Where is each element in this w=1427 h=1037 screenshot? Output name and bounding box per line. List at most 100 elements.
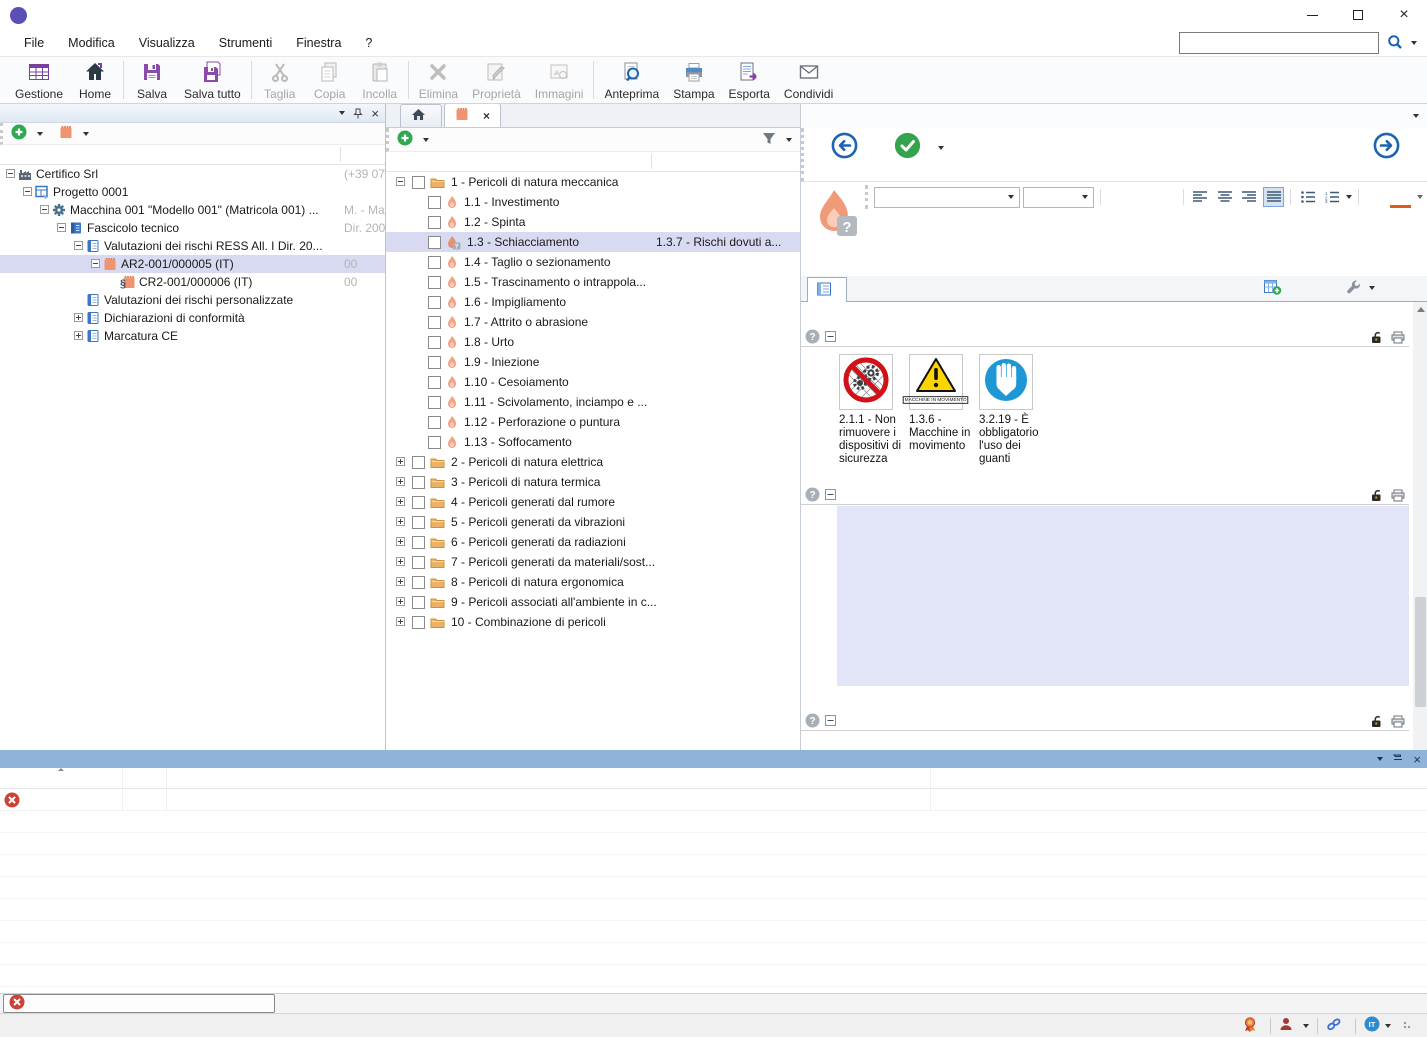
font-color-button[interactable] — [1390, 186, 1411, 208]
checkbox[interactable] — [428, 296, 441, 309]
checkbox[interactable] — [428, 356, 441, 369]
checkbox[interactable] — [428, 276, 441, 289]
search-scope-button[interactable] — [1387, 34, 1417, 53]
checkbox[interactable] — [412, 456, 425, 469]
successivo-button[interactable] — [1353, 130, 1419, 180]
sign-prohibition[interactable] — [839, 354, 893, 410]
pericolo-item[interactable]: 8 - Pericoli di natura ergonomica — [386, 572, 800, 592]
checkbox[interactable] — [428, 416, 441, 429]
checkbox[interactable] — [428, 316, 441, 329]
font-size-select[interactable] — [1023, 187, 1093, 208]
pericolo-item[interactable]: 6 - Pericoli generati da radiazioni — [386, 532, 800, 552]
tree-item[interactable]: Marcatura CE — [0, 327, 385, 345]
resize-grip[interactable] — [1403, 1021, 1413, 1031]
checkbox[interactable] — [412, 476, 425, 489]
checkbox[interactable] — [412, 556, 425, 569]
checkbox[interactable] — [428, 216, 441, 229]
expander-icon[interactable] — [396, 175, 405, 189]
checkbox[interactable] — [412, 516, 425, 529]
expander-icon[interactable] — [40, 203, 49, 217]
pericolo-item[interactable]: 3 - Pericoli di natura termica — [386, 472, 800, 492]
directive-status[interactable] — [1243, 1017, 1262, 1035]
pericolo-item[interactable]: 1.12 - Perforazione o puntura — [386, 412, 800, 432]
lock-icon[interactable] — [1370, 330, 1383, 347]
checkbox[interactable] — [412, 496, 425, 509]
tab-home-dashboard[interactable] — [400, 104, 442, 127]
esporta-button[interactable]: Esporta — [722, 57, 777, 103]
link-status[interactable] — [1326, 1017, 1347, 1035]
strumenti-button[interactable] — [1346, 279, 1375, 297]
menu-item-[interactable]: ? — [353, 32, 384, 54]
close-tab-icon[interactable]: × — [483, 109, 490, 123]
expander-icon[interactable] — [91, 257, 100, 271]
salva-tutto-button[interactable]: Salva tutto — [177, 57, 248, 103]
expander-icon[interactable] — [396, 595, 405, 609]
expander-icon[interactable] — [23, 185, 32, 199]
risk-field[interactable] — [837, 506, 1409, 686]
italic-button[interactable] — [1131, 187, 1152, 207]
debugger-menu-button[interactable] — [1377, 757, 1383, 761]
menu-item-file[interactable]: File — [12, 32, 56, 54]
tree-item[interactable]: Progetto 0001 — [0, 183, 385, 201]
bold-button[interactable] — [1107, 187, 1128, 207]
pericolo-item[interactable]: 4 - Pericoli generati dal rumore — [386, 492, 800, 512]
user-status[interactable] — [1279, 1017, 1309, 1034]
checkbox[interactable] — [412, 176, 425, 189]
menu-item-visualizza[interactable]: Visualizza — [127, 32, 207, 54]
expander-icon[interactable] — [6, 167, 15, 181]
checkbox[interactable] — [428, 376, 441, 389]
tree-item[interactable]: Dichiarazioni di conformità — [0, 309, 385, 327]
expander-icon[interactable] — [396, 455, 405, 469]
debugger-tab[interactable] — [3, 994, 275, 1013]
pericolo-item[interactable]: 1.9 - Iniezione — [386, 352, 800, 372]
align-justify-button[interactable] — [1263, 187, 1284, 207]
scrollbar-thumb[interactable] — [1415, 597, 1426, 707]
column-divider[interactable] — [651, 154, 652, 169]
bullet-list-button[interactable] — [1297, 187, 1318, 207]
menu-item-finestra[interactable]: Finestra — [284, 32, 353, 54]
help-icon[interactable]: ? — [805, 487, 820, 505]
checkbox[interactable] — [428, 336, 441, 349]
sign-mandatory[interactable] — [979, 354, 1033, 410]
expander-icon[interactable] — [396, 515, 405, 529]
pericolo-item[interactable]: 1.5 - Trascinamento o intrappola... — [386, 272, 800, 292]
print-icon[interactable] — [1391, 489, 1405, 505]
presente-button[interactable] — [878, 130, 936, 180]
salva-button[interactable]: Salva — [127, 57, 177, 103]
checkbox[interactable] — [428, 236, 441, 249]
align-right-button[interactable] — [1239, 187, 1260, 207]
pericolo-item[interactable]: 1.4 - Taglio o sezionamento — [386, 252, 800, 272]
pericolo-item[interactable]: 1 - Pericoli di natura meccanica — [386, 172, 800, 192]
add-scheda-button[interactable] — [1264, 279, 1286, 298]
pericolo-item[interactable]: 10 - Combinazione di pericoli — [386, 612, 800, 632]
gestione-button[interactable]: Gestione — [8, 57, 70, 103]
pericolo-item[interactable]: 1.13 - Soffocamento — [386, 432, 800, 452]
pericolo-item[interactable]: 2 - Pericoli di natura elettrica — [386, 452, 800, 472]
pericolo-item[interactable]: 1.8 - Urto — [386, 332, 800, 352]
debugger-pin-button[interactable] — [1393, 754, 1403, 765]
expander-icon[interactable] — [396, 555, 405, 569]
scroll-up-icon[interactable] — [1417, 307, 1425, 312]
close-button[interactable]: × — [1381, 0, 1427, 30]
tree-item[interactable]: Valutazioni dei rischi personalizzate — [0, 291, 385, 309]
checkbox[interactable] — [428, 256, 441, 269]
overflow-chevron-icon[interactable] — [1413, 114, 1419, 118]
checkbox[interactable] — [412, 536, 425, 549]
expander-icon[interactable] — [396, 495, 405, 509]
checkbox[interactable] — [428, 436, 441, 449]
expander-icon[interactable] — [74, 329, 83, 343]
pin-button[interactable] — [353, 108, 363, 119]
tab-ar-001[interactable] — [807, 277, 847, 302]
numbered-list-button[interactable]: 123 — [1322, 187, 1343, 207]
pericolo-item[interactable]: 5 - Pericoli generati da vibrazioni — [386, 512, 800, 532]
search-input[interactable] — [1179, 32, 1379, 54]
checkbox[interactable] — [428, 196, 441, 209]
tree-item[interactable]: Certifico Srl(+39 075 — [0, 165, 385, 183]
pericolo-item[interactable]: 1.11 - Scivolamento, inciampo e ... — [386, 392, 800, 412]
toolbar-overflow-icon[interactable] — [1417, 195, 1423, 199]
home-button[interactable]: Home — [70, 57, 120, 103]
print-icon[interactable] — [1391, 715, 1405, 731]
vertical-scrollbar[interactable] — [1413, 302, 1427, 750]
checkbox[interactable] — [428, 396, 441, 409]
help-icon[interactable]: ? — [805, 713, 820, 731]
